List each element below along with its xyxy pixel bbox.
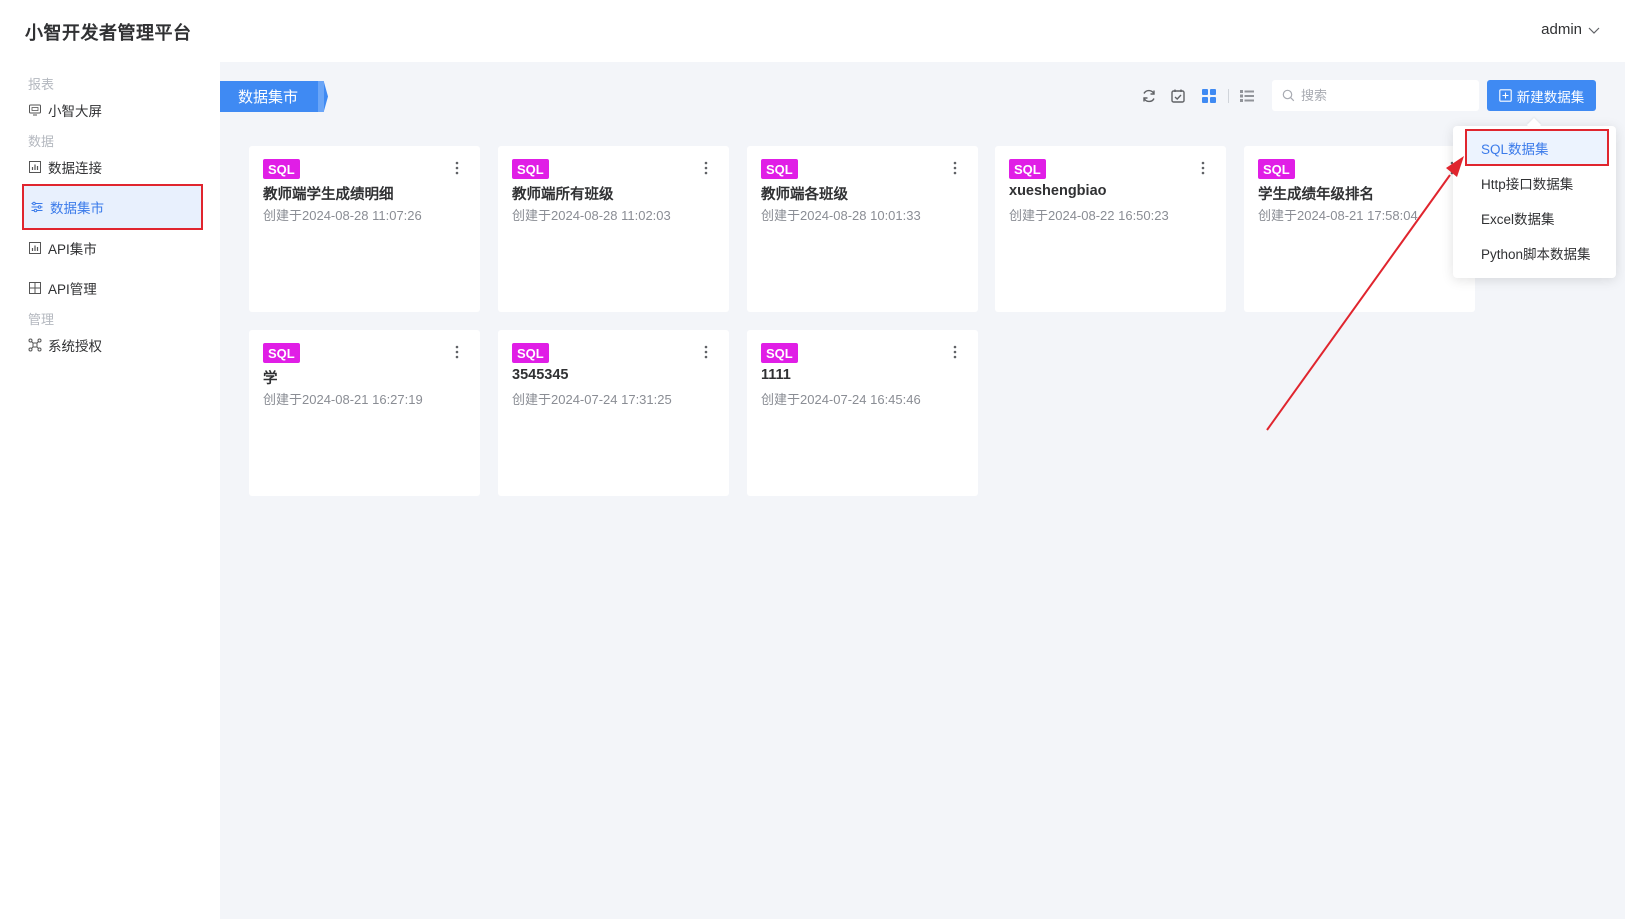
dataset-created-time: 创建于2024-08-28 10:01:33	[761, 208, 921, 223]
checklist-icon[interactable]	[1169, 87, 1187, 105]
sidebar-item-label: 小智大屏	[48, 104, 102, 119]
sidebar-item-label: API集市	[48, 242, 97, 257]
menu-item-excel-dataset[interactable]: Excel数据集	[1467, 201, 1607, 234]
chevron-down-icon	[1588, 27, 1600, 34]
dataset-created-time: 创建于2024-08-22 16:50:23	[1009, 208, 1169, 223]
grid-view-icon[interactable]	[1200, 87, 1218, 105]
network-icon	[28, 338, 42, 352]
sql-badge: SQL	[761, 159, 798, 179]
more-vertical-icon[interactable]	[701, 159, 711, 177]
sidebar-item-data-market[interactable]: 数据集市	[22, 184, 203, 230]
dataset-card[interactable]: SQL xueshengbiao 创建于2024-08-22 16:50:23	[995, 146, 1226, 312]
sql-badge: SQL	[512, 343, 549, 363]
new-dataset-button[interactable]: 新建数据集	[1487, 80, 1596, 111]
search-box	[1272, 80, 1479, 111]
list-view-icon[interactable]	[1238, 87, 1256, 105]
user-menu[interactable]: admin	[1541, 21, 1600, 38]
search-input[interactable]	[1301, 88, 1471, 103]
dataset-card[interactable]: SQL 学生成绩年级排名 创建于2024-08-21 17:58:04	[1244, 146, 1475, 312]
sql-badge: SQL	[1258, 159, 1295, 179]
dataset-name: 3545345	[512, 367, 569, 383]
chart-icon	[29, 161, 41, 173]
user-name: admin	[1541, 21, 1582, 38]
sidebar-item-system-license[interactable]: 系统授权	[28, 333, 102, 357]
dataset-card[interactable]: SQL 3545345 创建于2024-07-24 17:31:25	[498, 330, 729, 496]
more-vertical-icon[interactable]	[950, 343, 960, 361]
sidebar-section-admin: 管理	[28, 312, 55, 327]
dataset-created-time: 创建于2024-07-24 17:31:25	[512, 392, 672, 407]
new-dataset-label: 新建数据集	[1516, 89, 1585, 105]
dataset-created-time: 创建于2024-08-28 11:07:26	[263, 208, 422, 223]
sidebar-section-data: 数据	[28, 134, 55, 149]
sql-badge: SQL	[263, 159, 300, 179]
dataset-name: 学生成绩年级排名	[1258, 187, 1374, 203]
menu-item-python-dataset[interactable]: Python脚本数据集	[1467, 236, 1607, 269]
app-title: 小智开发者管理平台	[25, 23, 192, 43]
menu-item-http-dataset[interactable]: Http接口数据集	[1467, 166, 1607, 199]
sidebar-item-api-management[interactable]: API管理	[28, 276, 97, 300]
dataset-name: 教师端各班级	[761, 187, 848, 203]
grid-icon	[29, 282, 41, 294]
toolbar-divider	[1228, 89, 1229, 103]
dataset-name: 学	[263, 371, 278, 387]
dataset-name: xueshengbiao	[1009, 183, 1107, 199]
search-icon	[1282, 89, 1295, 102]
dataset-card[interactable]: SQL 学 创建于2024-08-21 16:27:19	[249, 330, 480, 496]
dataset-name: 1111	[761, 367, 791, 383]
sidebar-item-label: 数据连接	[48, 161, 102, 176]
sliders-icon	[31, 201, 43, 213]
sidebar-item-data-connection[interactable]: 数据连接	[28, 155, 102, 179]
sidebar-item-label: API管理	[48, 282, 97, 297]
sidebar-item-dashboard[interactable]: 小智大屏	[28, 98, 102, 122]
dataset-created-time: 创建于2024-08-21 17:58:04	[1258, 208, 1418, 223]
more-vertical-icon[interactable]	[452, 343, 462, 361]
dataset-card[interactable]: SQL 教师端所有班级 创建于2024-08-28 11:02:03	[498, 146, 729, 312]
dataset-created-time: 创建于2024-08-21 16:27:19	[263, 392, 423, 407]
sidebar-section-reports: 报表	[28, 77, 55, 92]
dataset-name: 教师端学生成绩明细	[263, 187, 394, 203]
screen-icon	[29, 104, 41, 116]
main-content: 数据集市 新建数据集 SQL 教师端学生成绩明细 创建于2024-08-28 1…	[220, 62, 1625, 919]
more-vertical-icon[interactable]	[701, 343, 711, 361]
plus-square-icon	[1499, 89, 1512, 102]
refresh-icon[interactable]	[1140, 87, 1158, 105]
sql-badge: SQL	[512, 159, 549, 179]
sql-badge: SQL	[761, 343, 798, 363]
more-vertical-icon[interactable]	[950, 159, 960, 177]
dataset-card[interactable]: SQL 教师端各班级 创建于2024-08-28 10:01:33	[747, 146, 978, 312]
sidebar-item-label: 系统授权	[48, 339, 102, 354]
new-dataset-dropdown: SQL数据集 Http接口数据集 Excel数据集 Python脚本数据集	[1453, 126, 1616, 278]
sidebar-item-label: 数据集市	[50, 201, 104, 216]
top-header: 小智开发者管理平台 admin	[0, 0, 1625, 62]
more-vertical-icon[interactable]	[1198, 159, 1208, 177]
sidebar-item-api-market[interactable]: API集市	[28, 236, 97, 260]
dataset-card[interactable]: SQL 1111 创建于2024-07-24 16:45:46	[747, 330, 978, 496]
dataset-created-time: 创建于2024-08-28 11:02:03	[512, 208, 671, 223]
dataset-card[interactable]: SQL 教师端学生成绩明细 创建于2024-08-28 11:07:26	[249, 146, 480, 312]
sql-badge: SQL	[1009, 159, 1046, 179]
sql-badge: SQL	[263, 343, 300, 363]
page-title: 数据集市	[220, 81, 328, 112]
dataset-name: 教师端所有班级	[512, 187, 614, 203]
dataset-created-time: 创建于2024-07-24 16:45:46	[761, 392, 921, 407]
menu-item-sql-dataset[interactable]: SQL数据集	[1465, 129, 1609, 166]
more-vertical-icon[interactable]	[452, 159, 462, 177]
chart-icon	[29, 242, 41, 254]
sidebar: 报表 小智大屏 数据 数据连接 数据集市 API集市 API管理 管理 系统授权	[0, 62, 220, 919]
